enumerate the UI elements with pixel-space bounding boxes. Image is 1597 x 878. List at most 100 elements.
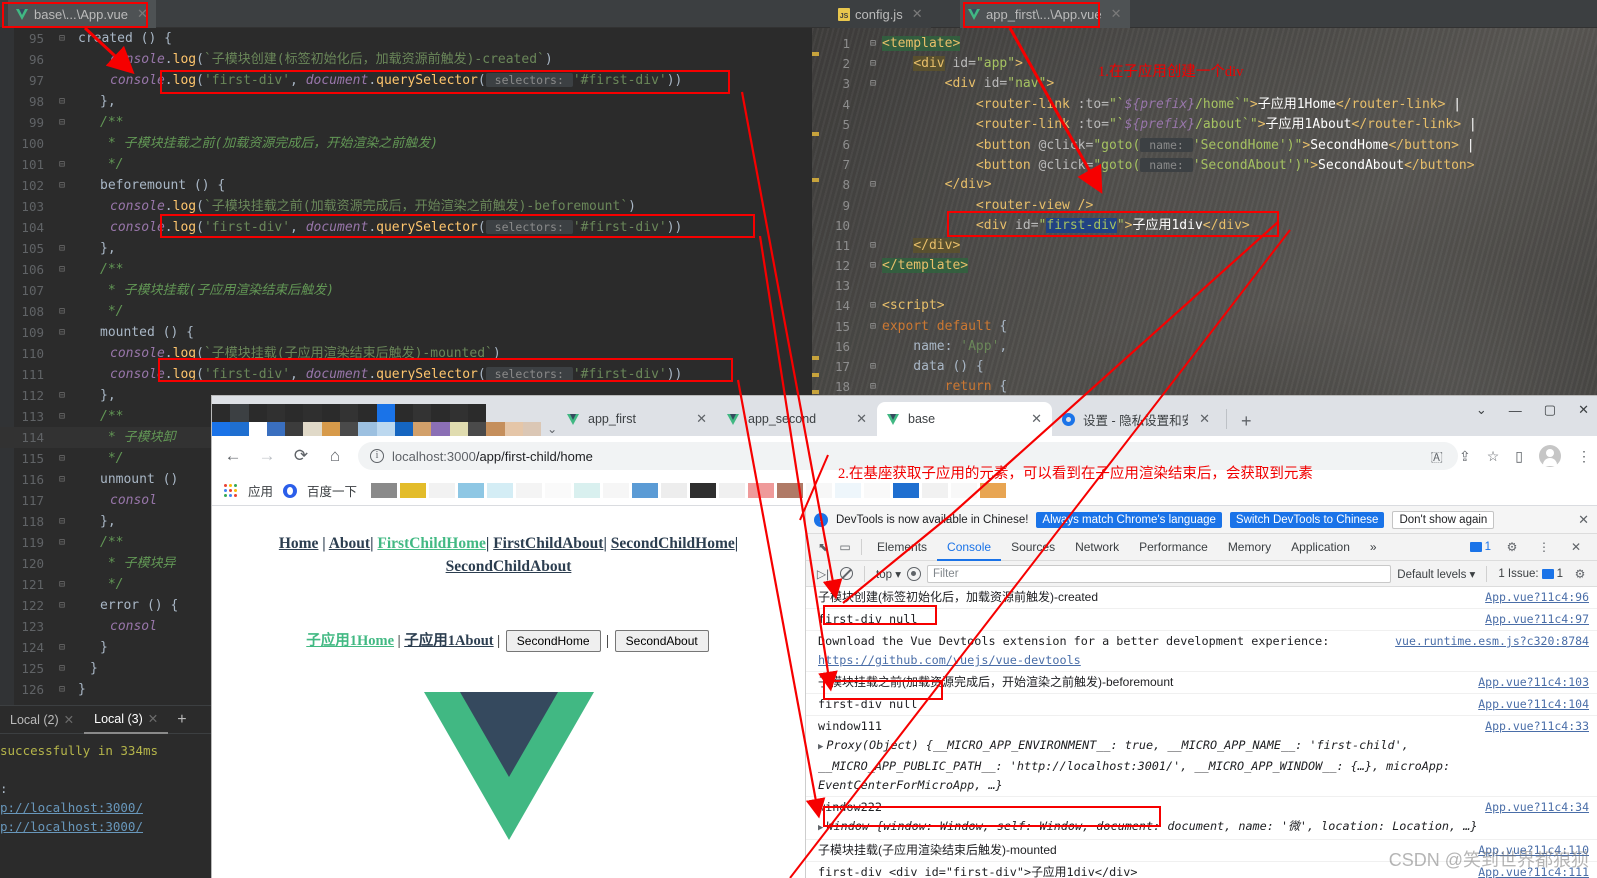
three-dots-icon[interactable]: ⋮ xyxy=(1533,536,1555,558)
bookmark-item-apps[interactable]: 应用 xyxy=(248,481,273,500)
side-panel-icon[interactable]: ▯ xyxy=(1515,448,1523,465)
home-button[interactable]: ⌂ xyxy=(324,445,346,467)
close-icon[interactable]: ✕ xyxy=(137,6,148,22)
console-row[interactable]: 子模块创建(标签初始化后，加载资源前触发)-created App.vue?11… xyxy=(806,587,1597,609)
run-output-link[interactable]: p://localhost:3000/ xyxy=(0,817,212,836)
ide-tab-base-appvue[interactable]: base\...\App.vue ✕ xyxy=(8,0,156,28)
avatar[interactable] xyxy=(1539,445,1561,467)
sub-nav-link-zi-home[interactable]: 子应用1Home xyxy=(306,633,394,649)
blurred-bookmarks[interactable] xyxy=(371,483,1007,498)
issues-chip[interactable]: 1 Issue: 1 xyxy=(1498,568,1563,580)
browser-tab-settings[interactable]: 设置 - 隐私设置和安全 ✕ xyxy=(1052,402,1220,436)
second-about-button[interactable]: SecondAbout xyxy=(614,630,709,652)
apps-grid-icon[interactable] xyxy=(224,483,238,498)
execution-context-selector[interactable]: top ▾ xyxy=(876,567,901,581)
tab-network[interactable]: Network xyxy=(1065,534,1129,561)
add-run-tab-button[interactable]: + xyxy=(168,711,195,729)
console-source-link[interactable]: App.vue?11c4:97 xyxy=(1485,610,1589,629)
nav-link-home[interactable]: Home xyxy=(279,535,319,552)
ide-tab-configjs[interactable]: JS config.js ✕ xyxy=(830,0,931,28)
log-levels-selector[interactable]: Default levels ▾ xyxy=(1397,567,1475,581)
share-icon[interactable]: ⇪ xyxy=(1459,448,1471,465)
inspect-element-icon[interactable]: ⬉ xyxy=(812,536,834,558)
run-tab-local-3[interactable]: Local (3) ✕ xyxy=(84,705,169,734)
forward-button[interactable]: → xyxy=(256,445,278,467)
browser-tab-app-second[interactable]: app_second ✕ xyxy=(717,402,877,436)
tab-application[interactable]: Application xyxy=(1281,534,1360,561)
close-icon[interactable]: ✕ xyxy=(912,6,923,22)
more-tabs-button[interactable]: » xyxy=(1360,534,1387,561)
console-filter-input[interactable]: Filter xyxy=(926,564,1392,583)
star-icon[interactable]: ☆ xyxy=(1487,448,1500,465)
browser-tab-app-first[interactable]: app_first ✕ xyxy=(557,402,717,436)
tab-search-icon[interactable]: ⌄ xyxy=(1476,402,1487,418)
tab-memory[interactable]: Memory xyxy=(1218,534,1281,561)
console-row[interactable]: window111 App.vue?11c4:33 ▶ Proxy(Object)… xyxy=(806,716,1597,797)
console-source-link[interactable]: App.vue?11c4:96 xyxy=(1485,588,1589,607)
console-row[interactable]: first-div null App.vue?11c4:104 xyxy=(806,694,1597,716)
chrome-browser-window[interactable]: ⌄ app_first ✕ app_second ✕ base ✕ 设置 - 隐… xyxy=(212,396,1597,878)
close-icon[interactable]: ✕ xyxy=(1111,6,1122,22)
close-icon[interactable]: ✕ xyxy=(1578,512,1589,528)
nav-link-firstchildhome[interactable]: FirstChildHome xyxy=(377,535,486,552)
close-icon[interactable]: ✕ xyxy=(856,411,867,427)
bookmark-item-baidu[interactable]: 百度一下 xyxy=(307,481,357,500)
console-source-link[interactable]: App.vue?11c4:34 xyxy=(1485,798,1589,817)
tab-elements[interactable]: Elements xyxy=(867,534,937,561)
close-icon[interactable]: ✕ xyxy=(64,706,74,734)
switch-devtools-chinese-button[interactable]: Switch DevTools to Chinese xyxy=(1229,511,1385,528)
console-row[interactable]: Download the Vue Devtools extension for … xyxy=(806,631,1597,672)
console-source-link[interactable]: App.vue?11c4:104 xyxy=(1478,695,1589,714)
reload-button[interactable]: ⟳ xyxy=(290,445,312,467)
blurred-tab-group[interactable]: ⌄ xyxy=(212,402,557,436)
address-bar[interactable]: i localhost:3000/app/first-child/home xyxy=(358,442,1458,470)
console-source-link[interactable]: vue.runtime.esm.js?c320:8784 xyxy=(1395,632,1589,651)
close-icon[interactable]: ✕ xyxy=(1031,411,1042,427)
close-icon[interactable]: ✕ xyxy=(1565,536,1587,558)
nav-link-secondchildabout[interactable]: SecondChildAbout xyxy=(446,558,572,575)
run-output-link[interactable]: p://localhost:3000/ xyxy=(0,798,212,817)
back-button[interactable]: ← xyxy=(222,445,244,467)
console-row[interactable]: 子模块挂载之前(加载资源完成后，开始渲染之前触发)-beforemount Ap… xyxy=(806,672,1597,694)
second-home-button[interactable]: SecondHome xyxy=(505,630,601,652)
device-toolbar-icon[interactable]: ▭ xyxy=(834,536,856,558)
close-icon[interactable]: ✕ xyxy=(696,411,707,427)
console-sidebar-icon[interactable]: ▷| xyxy=(812,563,834,585)
expand-arrow-icon[interactable]: ▶ xyxy=(818,823,823,833)
console-source-link[interactable]: App.vue?11c4:103 xyxy=(1478,673,1589,692)
close-icon[interactable]: ✕ xyxy=(148,705,158,733)
site-info-icon[interactable]: i xyxy=(370,449,384,463)
console-message-list[interactable]: 子模块创建(标签初始化后，加载资源前触发)-created App.vue?11… xyxy=(806,587,1597,878)
ide-tab-appfirst-appvue[interactable]: app_first\...\App.vue ✕ xyxy=(960,0,1130,28)
clear-console-icon[interactable] xyxy=(840,567,853,580)
minimize-button[interactable]: — xyxy=(1509,403,1522,418)
maximize-button[interactable]: ▢ xyxy=(1544,402,1556,418)
vue-devtools-link[interactable]: https://github.com/vuejs/vue-devtools xyxy=(818,653,1081,667)
issues-badge[interactable]: 1 xyxy=(1469,541,1491,553)
gear-icon[interactable]: ⚙ xyxy=(1501,536,1523,558)
devtools-panel[interactable]: i DevTools is now available in Chinese! … xyxy=(805,506,1597,878)
browser-tab-base[interactable]: base ✕ xyxy=(877,402,1052,436)
always-match-language-button[interactable]: Always match Chrome's language xyxy=(1036,511,1222,528)
close-window-button[interactable]: ✕ xyxy=(1578,402,1589,418)
console-source-link[interactable]: App.vue?11c4:33 xyxy=(1485,717,1589,736)
new-tab-button[interactable]: + xyxy=(1233,411,1260,436)
chevron-down-icon[interactable]: ⌄ xyxy=(547,422,557,436)
tab-console[interactable]: Console xyxy=(937,534,1002,561)
sub-nav-link-zi-about[interactable]: 子应用1About xyxy=(404,633,493,649)
tab-performance[interactable]: Performance xyxy=(1129,534,1218,561)
console-row[interactable]: first-div null App.vue?11c4:97 xyxy=(806,609,1597,631)
run-tab-local-2[interactable]: Local (2) ✕ xyxy=(0,706,84,734)
translate-icon[interactable]: 🇦 xyxy=(1431,448,1443,465)
three-dots-icon[interactable]: ⋮ xyxy=(1577,448,1591,465)
nav-link-about[interactable]: About xyxy=(329,535,370,552)
live-expression-icon[interactable] xyxy=(906,566,921,581)
console-settings-icon[interactable]: ⚙ xyxy=(1569,563,1591,585)
expand-arrow-icon[interactable]: ▶ xyxy=(818,742,823,752)
dont-show-again-button[interactable]: Don't show again xyxy=(1392,510,1495,529)
nav-link-firstchildabout[interactable]: FirstChildAbout xyxy=(493,535,603,552)
nav-link-secondchildhome[interactable]: SecondChildHome xyxy=(611,535,735,552)
close-icon[interactable]: ✕ xyxy=(1199,411,1210,427)
page-viewport[interactable]: Home | About| FirstChildHome| FirstChild… xyxy=(212,506,805,878)
console-row[interactable]: window222 App.vue?11c4:34 ▶ Window {windo… xyxy=(806,797,1597,840)
